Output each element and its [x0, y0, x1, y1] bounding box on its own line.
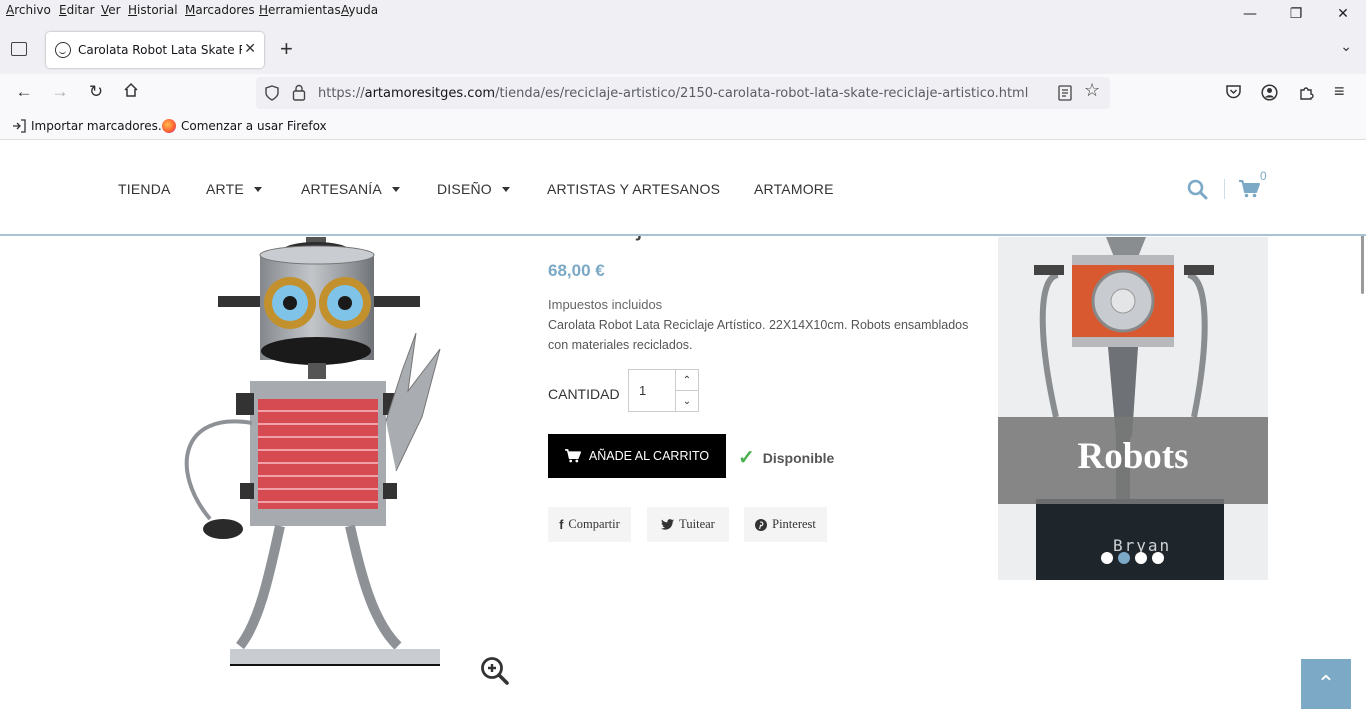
account-icon[interactable]: [1261, 84, 1278, 101]
cart-icon[interactable]: [1239, 180, 1260, 198]
share-label: Compartir: [568, 517, 620, 531]
availability-label: Disponible: [762, 449, 835, 466]
caret-down-icon: [391, 187, 400, 192]
facebook-icon: f: [559, 517, 564, 532]
product-price: 68,00 €: [548, 261, 605, 280]
nav-artamore[interactable]: ARTAMORE: [754, 181, 834, 197]
menu-marcadores[interactable]: Marcadores: [185, 3, 255, 17]
bookmarks-toolbar: Importar marcadores... Comenzar a usar F…: [0, 112, 1366, 140]
banner-caption: Robots: [1077, 436, 1189, 477]
navigation-toolbar: ← → ↻ https://artamoresitges.com/tienda/…: [0, 74, 1366, 112]
slider-dot[interactable]: [1152, 552, 1164, 564]
cart-count: 0: [1260, 169, 1267, 183]
nav-tienda[interactable]: TIENDA: [118, 181, 171, 197]
home-icon: [124, 82, 138, 97]
menu-historial[interactable]: Historial: [128, 3, 178, 17]
nav-diseno[interactable]: DISEÑO: [437, 181, 510, 197]
pinterest-icon: [755, 518, 768, 531]
smiley-icon: [55, 42, 71, 58]
bookmark-star-icon[interactable]: ☆: [1084, 80, 1100, 101]
check-icon: ✓: [738, 447, 755, 469]
new-tab-button[interactable]: +: [280, 36, 293, 62]
search-icon[interactable]: [1187, 179, 1208, 200]
tax-note: Impuestos incluidos: [548, 297, 663, 312]
nav-label: DISEÑO: [437, 181, 492, 197]
app-menu-icon[interactable]: ≡: [1334, 81, 1345, 102]
quantity-label: CANTIDAD: [548, 386, 620, 402]
share-facebook-button[interactable]: f Compartir: [548, 507, 631, 542]
menu-ayuda[interactable]: Ayuda: [341, 3, 378, 17]
home-button[interactable]: [120, 82, 142, 103]
url-bar[interactable]: https://artamoresitges.com/tienda/es/rec…: [256, 77, 1110, 109]
add-to-cart-button[interactable]: AÑADE AL CARRITO: [548, 434, 726, 478]
product-description: Carolata Robot Lata Reciclaje Artístico.…: [548, 318, 969, 352]
quantity-down-button[interactable]: ⌄: [675, 390, 699, 412]
nav-artistas[interactable]: ARTISTAS Y ARTESANOS: [547, 181, 720, 197]
web-page: TIENDA ARTE ARTESANÍA DISEÑO ARTISTAS Y …: [0, 141, 1366, 720]
shield-icon[interactable]: [264, 85, 280, 101]
list-tabs-chevron-icon[interactable]: ⌄: [1340, 38, 1352, 55]
quantity-up-button[interactable]: ⌃: [675, 369, 699, 391]
nav-label: ARTESANÍA: [301, 181, 382, 197]
menu-archivo[interactable]: Archivo: [6, 3, 51, 17]
site-header: TIENDA ARTE ARTESANÍA DISEÑO ARTISTAS Y …: [0, 141, 1366, 236]
reload-button[interactable]: ↻: [85, 82, 107, 102]
bookmark-label: Comenzar a usar Firefox: [181, 119, 327, 133]
nav-arte[interactable]: ARTE: [206, 181, 262, 197]
caret-down-icon: [501, 187, 510, 192]
nav-label: ARTE: [206, 181, 244, 197]
forward-button[interactable]: →: [49, 82, 71, 102]
slider-dots: [1101, 552, 1164, 564]
slider-dot[interactable]: [1135, 552, 1147, 564]
close-tab-icon[interactable]: ✕: [244, 41, 256, 57]
back-to-top-button[interactable]: ⌃: [1301, 659, 1351, 709]
pocket-icon[interactable]: [1225, 84, 1242, 100]
lock-icon[interactable]: [292, 84, 306, 101]
url-text[interactable]: https://artamoresitges.com/tienda/es/rec…: [318, 86, 1028, 101]
import-icon: [13, 119, 26, 133]
robots-banner[interactable]: Robots Bryan: [998, 237, 1268, 580]
extensions-icon[interactable]: [1298, 84, 1315, 101]
twitter-icon: [661, 519, 675, 530]
menu-herramientas[interactable]: Herramientas: [259, 3, 341, 17]
quantity-input[interactable]: 1: [628, 369, 676, 412]
back-button[interactable]: ←: [13, 82, 35, 102]
availability: ✓ Disponible: [738, 445, 834, 470]
menu-ver[interactable]: Ver: [101, 3, 121, 17]
share-twitter-button[interactable]: Tuitear: [647, 507, 729, 542]
bookmark-label: Importar marcadores...: [31, 119, 170, 133]
bookmark-firefox[interactable]: Comenzar a usar Firefox: [162, 119, 327, 133]
header-divider: [1224, 179, 1225, 199]
product-image[interactable]: [140, 221, 500, 666]
share-label: Pinterest: [772, 517, 816, 531]
chevron-up-icon: ⌃: [1316, 671, 1336, 696]
caret-down-icon: [253, 187, 262, 192]
firefox-icon: [162, 119, 176, 133]
zoom-in-icon[interactable]: [480, 656, 510, 686]
menu-bar: Archivo Editar Ver Historial Marcadores …: [0, 0, 1366, 24]
add-to-cart-label: AÑADE AL CARRITO: [588, 449, 710, 463]
cart-icon: [564, 449, 581, 463]
tab-title: Carolata Robot Lata Skate Reciclaje Artí…: [78, 43, 242, 57]
reader-view-icon[interactable]: [1058, 85, 1072, 101]
bookmark-import[interactable]: Importar marcadores...: [12, 119, 169, 133]
slider-dot[interactable]: [1101, 552, 1113, 564]
tab-bar: Carolata Robot Lata Skate Reciclaje Artí…: [0, 24, 1366, 74]
tab-active[interactable]: Carolata Robot Lata Skate Reciclaje Artí…: [46, 32, 264, 68]
share-pinterest-button[interactable]: Pinterest: [744, 507, 827, 542]
tab-overview-icon[interactable]: [11, 42, 27, 56]
share-label: Tuitear: [679, 517, 715, 531]
banner-image: [1034, 237, 1224, 580]
menu-editar[interactable]: Editar: [59, 3, 95, 17]
nav-artesania[interactable]: ARTESANÍA: [301, 181, 400, 197]
slider-dot-active[interactable]: [1118, 552, 1130, 564]
